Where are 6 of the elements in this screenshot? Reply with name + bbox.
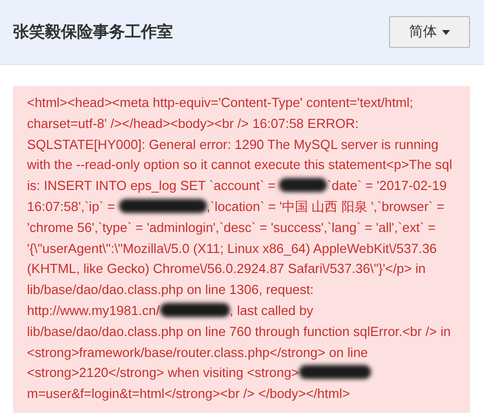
redaction-scribble: [160, 302, 230, 317]
language-dropdown-button[interactable]: 简体: [389, 16, 470, 48]
caret-icon: [442, 30, 450, 34]
site-title: 张笑毅保险事务工作室: [13, 22, 173, 42]
error-message: <html><head><meta http-equiv='Content-Type' content='text/html; charset=utf-8' /></head><body><br /> 16:07:58 ERROR: SQLSTATE[HY000]: General error: 1290 The MySQL server is running with the --read-only option so it cannot execute this statement<p>The sql is: INSERT INTO eps_log SET `account` = `date` = '2017-02-19 16:07:58',`ip` = ,`location` = '中国 山西 阳泉 ',`browser` = 'chrome 56',`type` = 'adminlogin',`desc` = 'success',`lang` = 'all',`ext` = '{\"userAgent\":\"Mozilla\/5.0 (X11; Linux x86_64) AppleWebKit\/537.36 (KHTML, like Gecko) Chrome\/56.0.2924.87 Safari\/537.36\"}'</p> in lib/base/dao/dao.class.php on line 1306, request: http://www.my1981.cn/ , last called by lib/base/dao/dao.class.php on line 760 through function sqlError.<br /> in <strong>framework/base/router.class.php</strong> on line <strong>2120</strong> when visiting <strong> m=user&f=login&t=html</strong><br /> </body></html>: [13, 86, 470, 413]
redaction-scribble: [279, 178, 328, 192]
